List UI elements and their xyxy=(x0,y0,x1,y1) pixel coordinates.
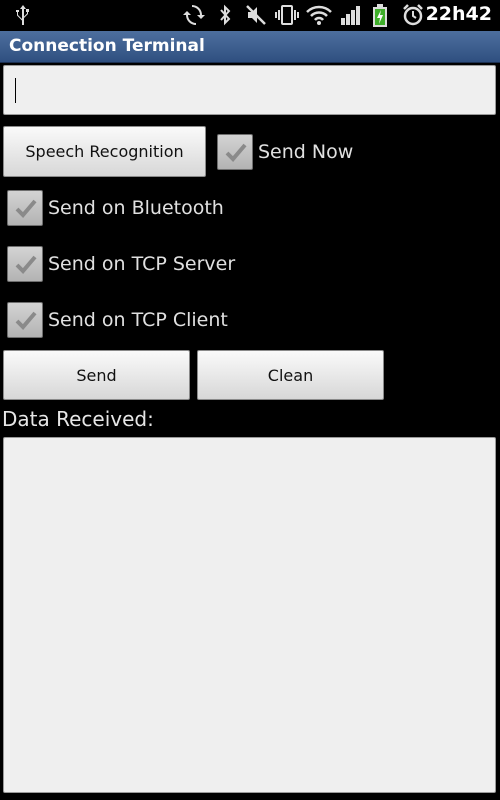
vibrate-icon xyxy=(275,5,299,25)
battery-charging-icon xyxy=(373,4,387,27)
send-on-bluetooth-checkbox[interactable] xyxy=(7,190,43,226)
mute-icon xyxy=(246,5,266,25)
speech-recognition-button-label: Speech Recognition xyxy=(25,142,184,161)
data-received-label: Data Received: xyxy=(2,407,154,431)
status-bar: 22h42 xyxy=(0,0,500,31)
wifi-icon xyxy=(306,5,332,25)
clean-button[interactable]: Clean xyxy=(197,350,384,400)
send-on-bluetooth-label: Send on Bluetooth xyxy=(48,197,224,219)
usb-icon xyxy=(16,5,29,25)
bluetooth-icon xyxy=(220,4,231,26)
send-now-checkbox[interactable] xyxy=(217,134,253,170)
checkmark-icon xyxy=(15,255,37,274)
status-time: 22h42 xyxy=(425,3,492,25)
speech-recognition-button[interactable]: Speech Recognition xyxy=(3,126,206,177)
message-input[interactable] xyxy=(3,65,496,115)
clean-button-label: Clean xyxy=(267,365,314,385)
alarm-icon xyxy=(403,4,423,26)
send-on-tcp-server-label: Send on TCP Server xyxy=(48,253,236,275)
send-button-label: Send xyxy=(76,365,117,385)
sync-icon xyxy=(183,5,205,25)
send-on-tcp-client-label: Send on TCP Client xyxy=(48,309,228,331)
text-caret xyxy=(15,78,16,103)
checkmark-icon xyxy=(15,199,37,218)
signal-icon xyxy=(341,6,360,25)
app-title: Connection Terminal xyxy=(9,36,205,56)
title-bar: Connection Terminal xyxy=(0,31,500,63)
send-now-label: Send Now xyxy=(258,141,354,163)
send-on-tcp-server-checkbox[interactable] xyxy=(7,246,43,282)
checkmark-icon xyxy=(225,143,247,162)
checkmark-icon xyxy=(15,311,37,330)
data-received-area[interactable] xyxy=(3,437,496,793)
send-on-tcp-client-checkbox[interactable] xyxy=(7,302,43,338)
send-button[interactable]: Send xyxy=(3,350,190,400)
